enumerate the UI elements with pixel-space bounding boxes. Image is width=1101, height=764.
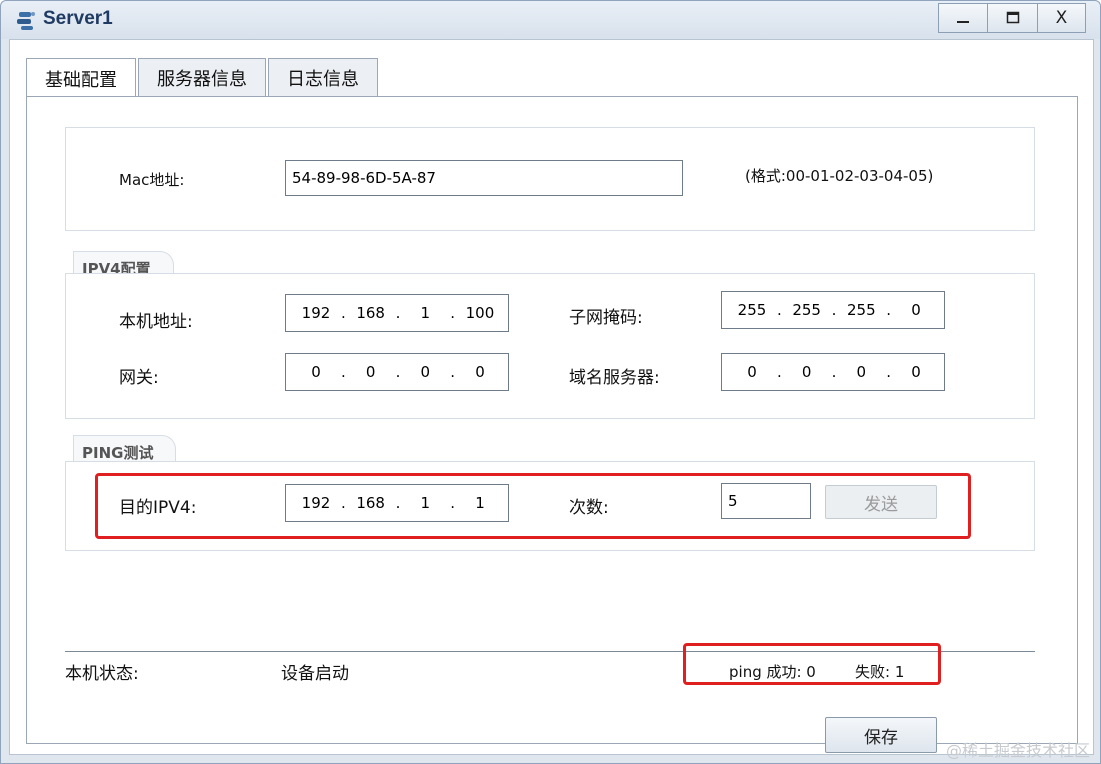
status-label: 本机状态:: [65, 664, 139, 684]
ping-result-highlight-box: [683, 643, 941, 685]
tab-basic-config[interactable]: 基础配置: [26, 58, 136, 98]
save-button[interactable]: 保存: [825, 717, 937, 753]
dns-input[interactable]: 0. 0. 0. 0: [721, 353, 945, 391]
octet: 0: [365, 363, 376, 381]
maximize-icon: [1006, 11, 1019, 24]
octet: 255: [737, 301, 767, 319]
close-button[interactable]: X: [1038, 3, 1086, 33]
octet: 0: [747, 363, 757, 381]
mac-label: Mac地址:: [119, 171, 185, 189]
tab-server-info[interactable]: 服务器信息: [138, 58, 266, 96]
minimize-button[interactable]: [938, 3, 988, 33]
status-value: 设备启动: [281, 664, 349, 684]
subnet-mask-input[interactable]: 255. 255. 255. 0: [721, 291, 945, 329]
window-title: Server1: [43, 8, 113, 29]
octet: 0: [420, 363, 431, 381]
mac-format-hint: (格式:00-01-02-03-04-05): [745, 167, 934, 185]
server1-window: Server1 X 基础配置 服务器信息 日志信息 Mac地址: 54-89-9…: [0, 0, 1101, 764]
mac-address-input[interactable]: 54-89-98-6D-5A-87: [285, 160, 683, 196]
dns-label: 域名服务器:: [569, 368, 660, 388]
maximize-button[interactable]: [988, 3, 1038, 33]
octet: 0: [801, 363, 812, 381]
title-bar[interactable]: Server1 X: [1, 1, 1100, 39]
octet: 0: [475, 363, 485, 381]
octet: 168: [356, 304, 385, 322]
octet: 1: [420, 304, 431, 322]
tab-bar: 基础配置 服务器信息 日志信息: [26, 58, 380, 98]
octet: 0: [311, 363, 321, 381]
minimize-icon: [957, 21, 969, 23]
local-ip-label: 本机地址:: [119, 312, 193, 332]
server-app-icon: [17, 12, 35, 30]
octet: 255: [792, 301, 821, 319]
tab-log-info[interactable]: 日志信息: [268, 58, 378, 96]
octet: 100: [465, 304, 495, 322]
close-icon: X: [1055, 8, 1068, 28]
watermark-text: @稀土掘金技术社区: [945, 741, 1090, 760]
octet: 0: [911, 363, 921, 381]
basic-config-panel: Mac地址: 54-89-98-6D-5A-87 (格式:00-01-02-03…: [26, 96, 1078, 753]
local-ip-input[interactable]: 192. 168. 1. 100: [285, 294, 509, 332]
gateway-label: 网关:: [119, 368, 159, 388]
subnet-mask-label: 子网掩码:: [569, 308, 643, 328]
octet: 0: [911, 301, 921, 319]
octet: 192: [301, 304, 331, 322]
gateway-input[interactable]: 0. 0. 0. 0: [285, 353, 509, 391]
octet: 0: [856, 363, 867, 381]
ping-highlight-box: [95, 473, 971, 539]
octet: 255: [846, 301, 876, 319]
window-client-area: 基础配置 服务器信息 日志信息 Mac地址: 54-89-98-6D-5A-87…: [9, 39, 1094, 755]
